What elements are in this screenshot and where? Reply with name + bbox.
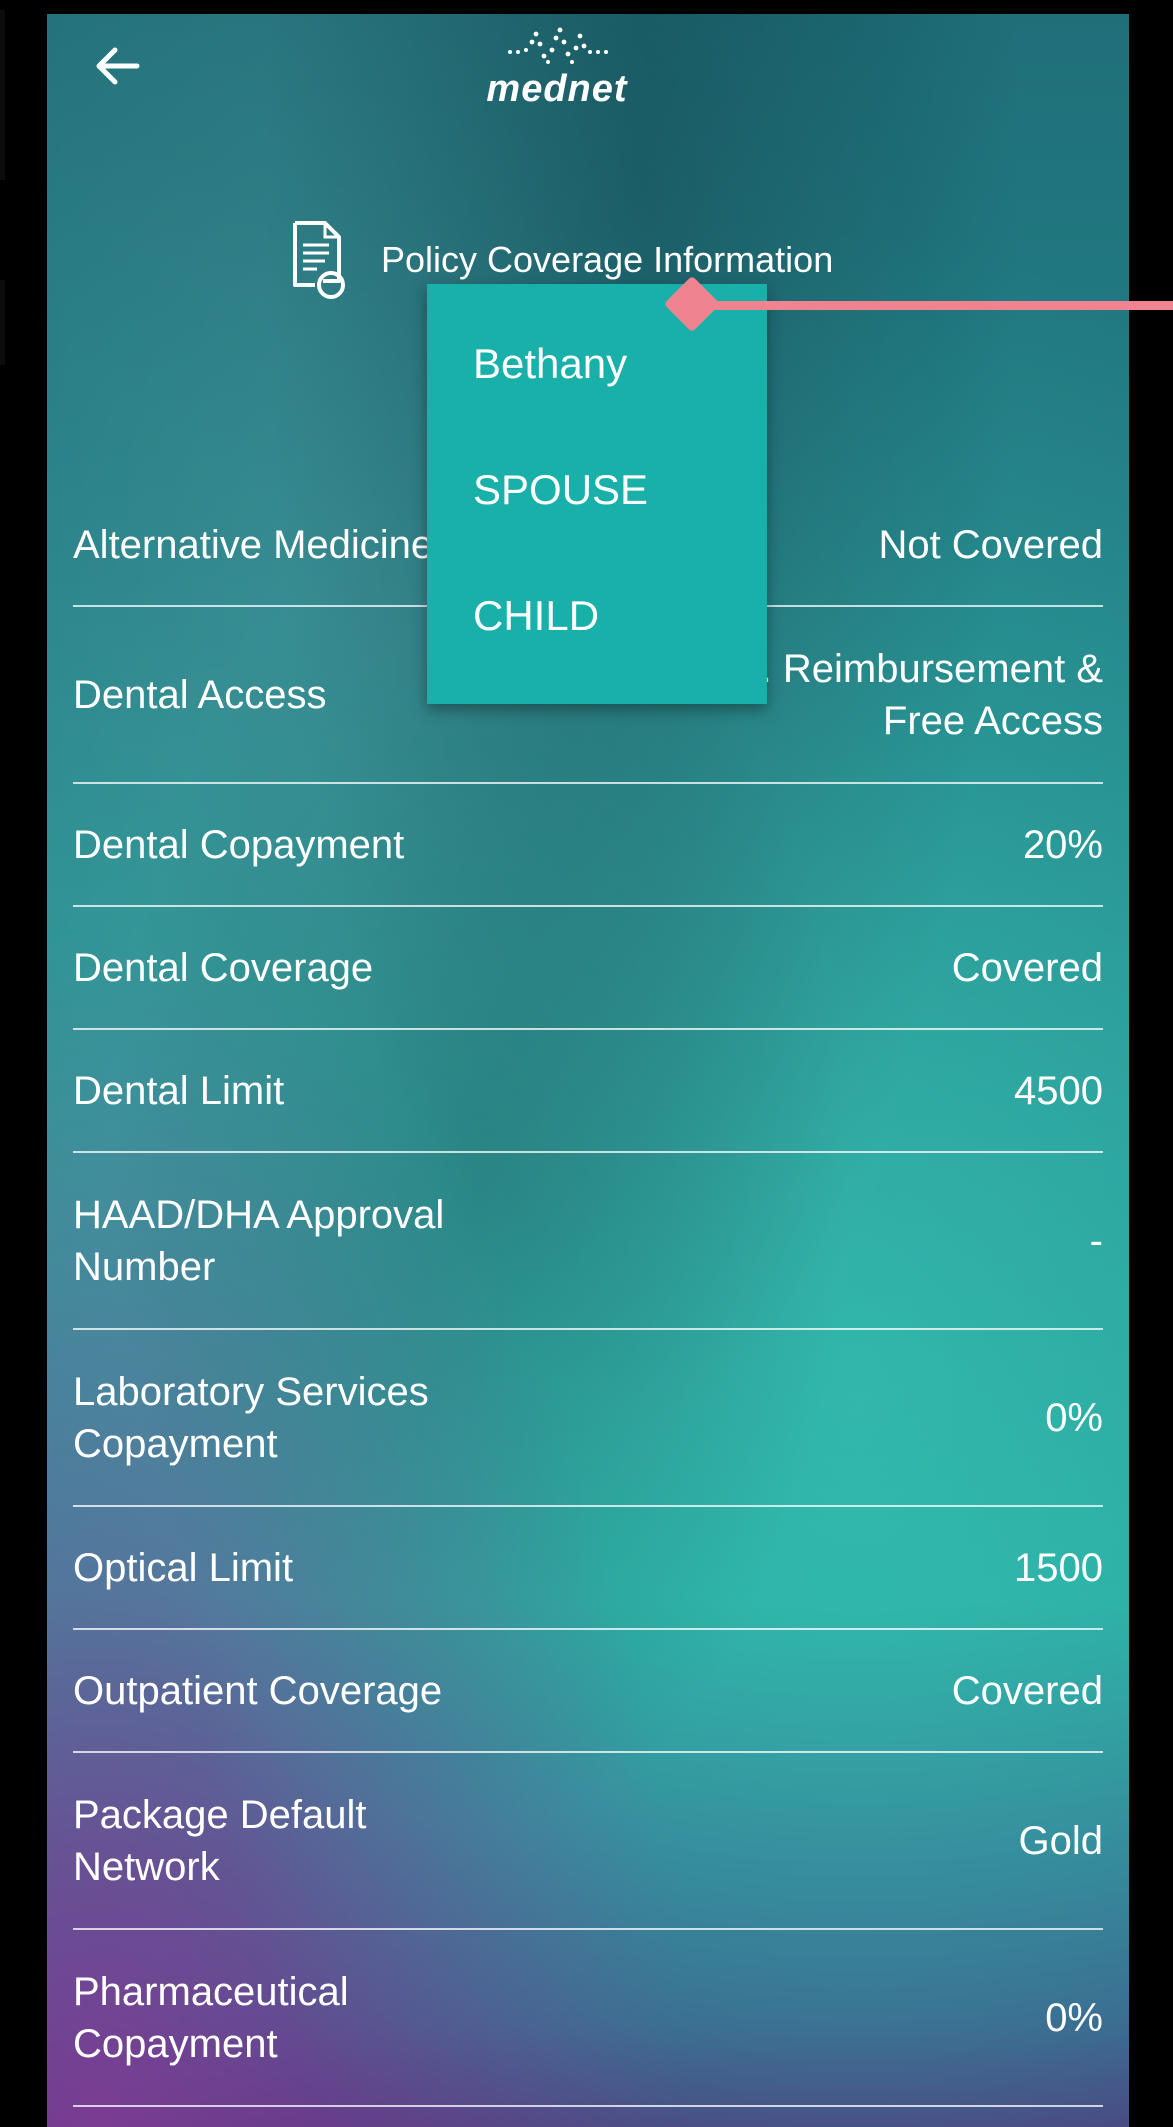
coverage-row: Dental Copayment 20%: [73, 784, 1103, 907]
coverage-label: Pharmaceutical Copayment: [73, 1969, 349, 2066]
edge-mark: [0, 280, 5, 365]
page-title: Policy Coverage Information: [381, 239, 834, 280]
coverage-label: Alternative Medicine: [73, 522, 434, 567]
coverage-value: 20%: [1022, 822, 1103, 867]
app-screen: mednet Policy Coverage Information Alter…: [47, 14, 1129, 2127]
coverage-row: Dental Limit 4500: [73, 1030, 1103, 1153]
coverage-row: Outpatient Coverage Covered: [73, 1630, 1103, 1753]
coverage-value: Not Covered: [878, 522, 1103, 567]
coverage-label: Outpatient Coverage: [73, 1668, 443, 1713]
dropdown-item-bethany[interactable]: Bethany: [427, 301, 767, 427]
coverage-label: Dental Access: [73, 672, 327, 717]
coverage-label: Dental Copayment: [73, 822, 405, 867]
coverage-value: 1500: [1014, 1545, 1103, 1590]
coverage-value: -: [1089, 1218, 1103, 1263]
edge-mark: [0, 10, 5, 180]
coverage-label: Dental Coverage: [73, 945, 374, 990]
coverage-value: 4500: [1014, 1068, 1103, 1113]
coverage-row: Pharmaceutical Copayment 0%: [73, 1930, 1103, 2107]
coverage-row: Laboratory Services Copayment 0%: [73, 1330, 1103, 1507]
coverage-label: Laboratory Services Copayment: [73, 1369, 429, 1466]
coverage-label: Dental Limit: [73, 1068, 285, 1113]
coverage-row: Package Default Network Gold: [73, 1753, 1103, 1930]
coverage-value: Gold: [1018, 1818, 1104, 1863]
coverage-row: Optical Limit 1500: [73, 1507, 1103, 1630]
coverage-row: Dental Coverage Covered: [73, 907, 1103, 1030]
dropdown-item-spouse[interactable]: SPOUSE: [427, 427, 767, 553]
coverage-label: Optical Limit: [73, 1545, 294, 1590]
coverage-value: 0%: [1045, 1995, 1103, 2040]
member-dropdown-menu: Bethany SPOUSE CHILD: [427, 284, 767, 704]
mednet-logo: mednet: [467, 24, 647, 134]
coverage-value: Covered: [951, 1668, 1103, 1713]
logo-dots-icon: [508, 27, 608, 64]
logo-text: mednet: [486, 68, 628, 110]
coverage-label: Package Default Network: [73, 1792, 367, 1889]
coverage-value: Covered: [951, 945, 1103, 990]
back-button[interactable]: [87, 36, 147, 96]
callout-pointer-line: [697, 301, 1173, 310]
coverage-list: Alternative Medicine Not Covered Dental …: [73, 484, 1103, 2107]
dropdown-item-child[interactable]: CHILD: [427, 553, 767, 679]
coverage-row: HAAD/DHA Approval Number -: [73, 1153, 1103, 1330]
coverage-label: HAAD/DHA Approval Number: [73, 1192, 445, 1289]
document-search-icon: [293, 221, 345, 299]
arrow-left-icon: [96, 47, 140, 85]
coverage-value: 0%: [1045, 1395, 1103, 1440]
